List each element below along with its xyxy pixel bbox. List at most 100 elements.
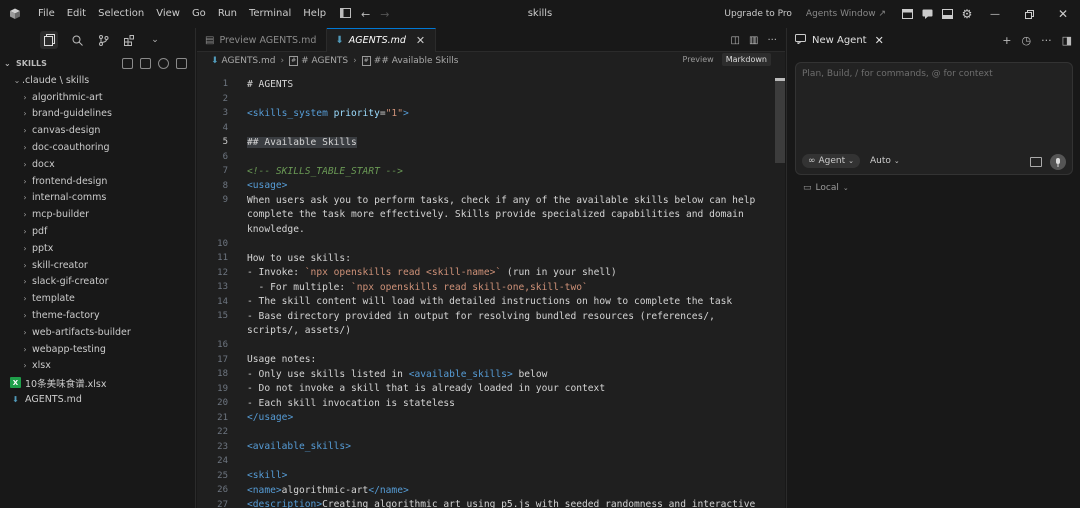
- tree-folder-internal-comms[interactable]: › internal-comms: [0, 190, 195, 207]
- code-line[interactable]: knowledge.: [197, 222, 785, 237]
- new-folder-icon[interactable]: [140, 57, 151, 69]
- code-line[interactable]: 13 - For multiple: `npx openskills read …: [197, 280, 785, 295]
- tree-folder-pptx[interactable]: › pptx: [0, 240, 195, 257]
- microphone-icon[interactable]: [1050, 154, 1066, 170]
- tree-folder-canvas-design[interactable]: › canvas-design: [0, 122, 195, 139]
- restore-icon[interactable]: [1012, 9, 1046, 19]
- code-line[interactable]: 3 <skills_system priority="1">: [197, 106, 785, 121]
- code-line[interactable]: 6: [197, 150, 785, 165]
- code-line[interactable]: 7 <!-- SKILLS_TABLE_START -->: [197, 164, 785, 179]
- menu-item-file[interactable]: File: [32, 0, 61, 28]
- tree-root-folder[interactable]: ⌄ .claude \ skills: [0, 72, 195, 89]
- tree-folder-template[interactable]: › template: [0, 290, 195, 307]
- tree-file[interactable]: ⬇ AGENTS.md: [0, 391, 195, 408]
- code-editor[interactable]: 1 # AGENTS 2 3 <skills_system priority="1"> 4…: [197, 77, 785, 508]
- source-control-icon[interactable]: [96, 33, 110, 47]
- settings-gear-icon[interactable]: ⚙: [958, 7, 976, 21]
- code-line[interactable]: 20 - Each skill invocation is stateless: [197, 396, 785, 411]
- toggle-sidebar-icon[interactable]: [340, 7, 351, 21]
- agent-mode-select[interactable]: ∞ Agent ⌄: [802, 154, 861, 168]
- tree-folder-web-artifacts-builder[interactable]: › web-artifacts-builder: [0, 324, 195, 341]
- code-line[interactable]: 4: [197, 121, 785, 136]
- tree-folder-doc-coauthoring[interactable]: › doc-coauthoring: [0, 139, 195, 156]
- code-line[interactable]: 23 <available_skills>: [197, 440, 785, 455]
- agents-window-link[interactable]: Agents Window ↗: [806, 9, 886, 19]
- extensions-icon[interactable]: [122, 33, 136, 47]
- close-tab-icon[interactable]: ✕: [416, 34, 425, 47]
- preview-mode-button[interactable]: Preview: [679, 53, 718, 66]
- back-arrow-icon[interactable]: ←: [361, 8, 370, 21]
- code-line[interactable]: 19 - Do not invoke a skill that is alread…: [197, 382, 785, 397]
- breadcrumb-file[interactable]: AGENTS.md: [222, 56, 276, 66]
- tab-preview-agents-md[interactable]: ▤ Preview AGENTS.md: [197, 28, 328, 52]
- agent-tab-label[interactable]: New Agent: [812, 35, 867, 46]
- tree-folder-brand-guidelines[interactable]: › brand-guidelines: [0, 106, 195, 123]
- code-line[interactable]: 18 - Only use skills listed in <available…: [197, 367, 785, 382]
- menu-item-terminal[interactable]: Terminal: [243, 0, 297, 28]
- toggle-panel-icon[interactable]: ◨: [1062, 34, 1072, 47]
- explorer-section-header[interactable]: ⌄ SKILLS: [0, 54, 195, 72]
- search-icon[interactable]: [70, 33, 84, 47]
- code-line[interactable]: 10: [197, 237, 785, 252]
- tree-folder-algorithmic-art[interactable]: › algorithmic-art: [0, 89, 195, 106]
- code-line[interactable]: 2: [197, 92, 785, 107]
- tree-folder-webapp-testing[interactable]: › webapp-testing: [0, 341, 195, 358]
- environment-select[interactable]: ▭ Local ⌄: [803, 183, 849, 193]
- markdown-mode-button[interactable]: Markdown: [721, 53, 771, 66]
- code-line[interactable]: 15 - Base directory provided in output fo…: [197, 309, 785, 324]
- panel-icon[interactable]: [938, 9, 956, 19]
- chevron-down-icon[interactable]: ⌄: [148, 33, 162, 47]
- code-line[interactable]: complete the task more effectively. Skil…: [197, 208, 785, 223]
- tree-folder-xlsx[interactable]: › xlsx: [0, 358, 195, 375]
- more-actions-icon[interactable]: ···: [767, 35, 777, 46]
- editor-scrollbar[interactable]: [775, 78, 785, 163]
- code-line[interactable]: 16: [197, 338, 785, 353]
- code-line[interactable]: 22: [197, 425, 785, 440]
- code-line[interactable]: 17 Usage notes:: [197, 353, 785, 368]
- menu-item-go[interactable]: Go: [186, 0, 212, 28]
- code-line[interactable]: 21 </usage>: [197, 411, 785, 426]
- tree-folder-skill-creator[interactable]: › skill-creator: [0, 257, 195, 274]
- tree-folder-theme-factory[interactable]: › theme-factory: [0, 307, 195, 324]
- new-chat-plus-icon[interactable]: +: [1002, 34, 1011, 47]
- menu-item-help[interactable]: Help: [297, 0, 332, 28]
- menu-item-view[interactable]: View: [150, 0, 186, 28]
- tree-folder-slack-gif-creator[interactable]: › slack-gif-creator: [0, 274, 195, 291]
- refresh-icon[interactable]: [158, 57, 169, 69]
- chat-composer[interactable]: Plan, Build, / for commands, @ for conte…: [795, 62, 1073, 175]
- open-preview-icon[interactable]: ◫: [731, 35, 740, 46]
- breadcrumb-heading-1[interactable]: # AGENTS: [301, 56, 348, 66]
- tab-agents-md[interactable]: ⬇ AGENTS.md ✕: [327, 28, 437, 52]
- code-line[interactable]: 12 - Invoke: `npx openskills read <skill-…: [197, 266, 785, 281]
- code-line[interactable]: scripts/, assets/): [197, 324, 785, 339]
- tree-folder-mcp-builder[interactable]: › mcp-builder: [0, 206, 195, 223]
- code-line[interactable]: 8 <usage>: [197, 179, 785, 194]
- menu-item-run[interactable]: Run: [212, 0, 243, 28]
- code-line[interactable]: 27 <description>Creating algorithmic art …: [197, 498, 785, 508]
- model-select[interactable]: Auto ⌄: [870, 154, 900, 168]
- menu-item-selection[interactable]: Selection: [92, 0, 150, 28]
- history-icon[interactable]: ◷: [1021, 34, 1031, 47]
- collapse-all-icon[interactable]: [176, 57, 187, 69]
- explorer-files-icon[interactable]: [40, 31, 58, 49]
- code-line[interactable]: 26 <name>algorithmic-art</name>: [197, 483, 785, 498]
- tree-folder-docx[interactable]: › docx: [0, 156, 195, 173]
- image-attach-icon[interactable]: [1030, 157, 1042, 167]
- code-line[interactable]: 14 - The skill content will load with det…: [197, 295, 785, 310]
- close-window-icon[interactable]: ✕: [1046, 7, 1080, 21]
- minimize-icon[interactable]: —: [978, 9, 1012, 20]
- layout-sidebar-icon[interactable]: [898, 9, 916, 19]
- chat-icon[interactable]: [918, 9, 936, 19]
- new-file-icon[interactable]: [122, 57, 133, 69]
- code-line[interactable]: 24: [197, 454, 785, 469]
- upgrade-button[interactable]: Upgrade to Pro: [724, 9, 792, 19]
- code-line[interactable]: 9 When users ask you to perform tasks, ch…: [197, 193, 785, 208]
- tree-folder-frontend-design[interactable]: › frontend-design: [0, 173, 195, 190]
- close-agent-tab-icon[interactable]: ✕: [875, 34, 884, 47]
- code-line[interactable]: 11 How to use skills:: [197, 251, 785, 266]
- forward-arrow-icon[interactable]: →: [380, 8, 389, 21]
- code-line[interactable]: 5 ## Available Skills: [197, 135, 785, 150]
- code-line[interactable]: 1 # AGENTS: [197, 77, 785, 92]
- tree-folder-pdf[interactable]: › pdf: [0, 223, 195, 240]
- code-line[interactable]: 25 <skill>: [197, 469, 785, 484]
